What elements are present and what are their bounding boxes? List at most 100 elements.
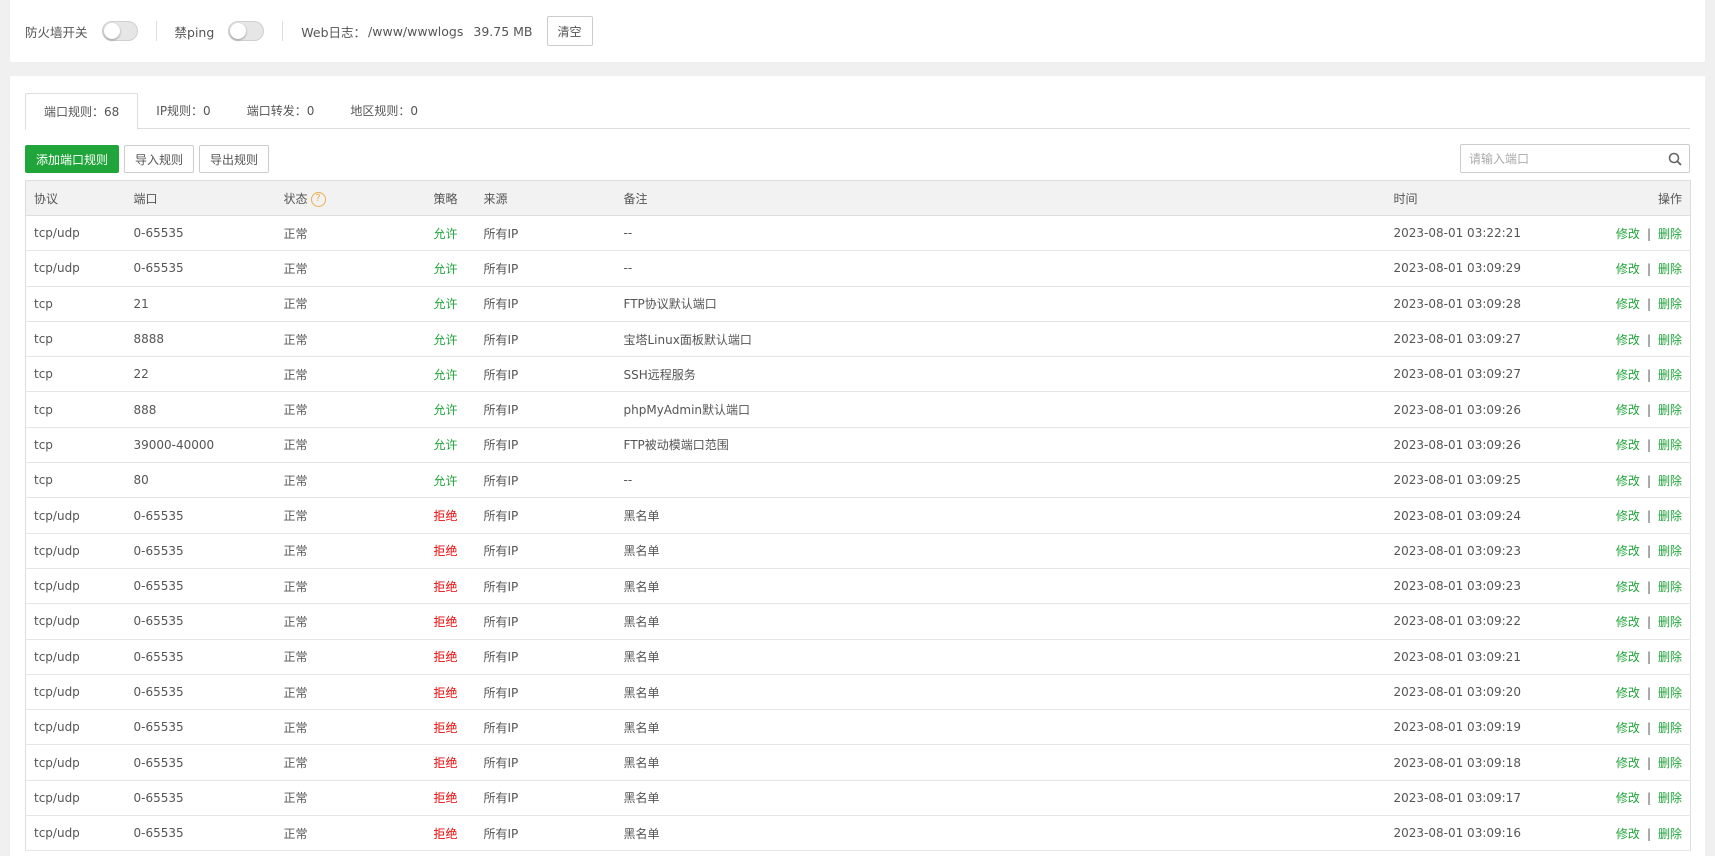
cell-remark[interactable]: 宝塔Linux面板默认端口	[615, 321, 1386, 358]
edit-rule-link[interactable]: 修改	[1616, 474, 1640, 488]
edit-rule-link[interactable]: 修改	[1616, 227, 1640, 241]
weblog-path-link[interactable]: /www/wwwlogs	[368, 24, 463, 39]
delete-rule-link[interactable]: 删除	[1658, 509, 1682, 523]
cell-policy[interactable]: 拒绝	[425, 533, 476, 569]
cell-remark[interactable]: SSH远程服务	[615, 356, 1386, 393]
edit-rule-link[interactable]: 修改	[1616, 615, 1640, 629]
cell-remark[interactable]: --	[615, 215, 1386, 252]
delete-rule-link[interactable]: 删除	[1658, 650, 1682, 664]
cell-policy[interactable]: 允许	[425, 250, 476, 287]
edit-rule-link[interactable]: 修改	[1616, 756, 1640, 770]
delete-rule-link[interactable]: 删除	[1658, 791, 1682, 805]
cell-remark[interactable]: FTP被动模端口范围	[615, 427, 1386, 464]
cell-remark[interactable]: 黑名单	[615, 603, 1386, 640]
edit-rule-link[interactable]: 修改	[1616, 297, 1640, 311]
delete-rule-link[interactable]: 删除	[1658, 474, 1682, 488]
cell-policy[interactable]: 允许	[425, 391, 476, 428]
cell-policy[interactable]: 允许	[425, 215, 476, 252]
edit-rule-link[interactable]: 修改	[1616, 580, 1640, 594]
action-separator: |	[1646, 756, 1651, 771]
weblog-label: Web日志：	[301, 24, 367, 40]
cell-policy[interactable]: 允许	[425, 462, 476, 499]
edit-rule-link[interactable]: 修改	[1616, 686, 1640, 700]
tab-port-rules[interactable]: 端口规则：68	[25, 93, 139, 130]
edit-rule-link[interactable]: 修改	[1616, 791, 1640, 805]
delete-rule-link[interactable]: 删除	[1658, 227, 1682, 241]
cell-remark[interactable]: 黑名单	[615, 709, 1386, 746]
import-rules-button[interactable]: 导入规则	[124, 145, 195, 173]
delete-rule-link[interactable]: 删除	[1658, 262, 1682, 276]
edit-rule-link[interactable]: 修改	[1616, 721, 1640, 735]
delete-rule-link[interactable]: 删除	[1658, 580, 1682, 594]
edit-rule-link[interactable]: 修改	[1616, 333, 1640, 347]
cell-remark[interactable]: 黑名单	[615, 815, 1386, 852]
cell-remark[interactable]: 黑名单	[615, 744, 1386, 781]
toggle-knob	[103, 23, 120, 39]
cell-remark[interactable]: 黑名单	[615, 497, 1386, 534]
cell-protocol: tcp/udp	[25, 709, 126, 746]
cell-remark[interactable]: --	[615, 250, 1386, 287]
cell-policy[interactable]: 拒绝	[425, 709, 476, 746]
cell-policy[interactable]: 拒绝	[425, 639, 476, 675]
firewall-toggle[interactable]	[101, 21, 138, 41]
edit-rule-link[interactable]: 修改	[1616, 650, 1640, 664]
edit-rule-link[interactable]: 修改	[1616, 438, 1640, 452]
delete-rule-link[interactable]: 删除	[1658, 615, 1682, 629]
tab-region-rules[interactable]: 地区规则：0	[332, 93, 436, 129]
cell-remark[interactable]: --	[615, 462, 1386, 499]
cell-policy[interactable]: 拒绝	[425, 744, 476, 781]
cell-remark[interactable]: 黑名单	[615, 533, 1386, 569]
add-port-rule-button[interactable]: 添加端口规则	[25, 145, 120, 173]
search-icon[interactable]	[1661, 152, 1689, 166]
port-search-input[interactable]	[1461, 145, 1661, 172]
delete-rule-link[interactable]: 删除	[1658, 368, 1682, 382]
export-rules-button[interactable]: 导出规则	[199, 145, 270, 173]
delete-rule-link[interactable]: 删除	[1658, 721, 1682, 735]
delete-rule-link[interactable]: 删除	[1658, 403, 1682, 417]
cell-time: 2023-08-01 03:09:19	[1385, 709, 1566, 746]
cell-remark[interactable]: FTP协议默认端口	[615, 286, 1386, 322]
cell-remark[interactable]: 黑名单	[615, 639, 1386, 675]
cell-policy[interactable]: 允许	[425, 427, 476, 464]
delete-rule-link[interactable]: 删除	[1658, 544, 1682, 558]
cell-policy[interactable]: 拒绝	[425, 497, 476, 534]
edit-rule-link[interactable]: 修改	[1616, 827, 1640, 841]
rules-panel: 端口规则：68 IP规则：0 端口转发：0 地区规则：0 添加端口规则 导入规则…	[10, 76, 1705, 856]
cell-time: 2023-08-01 03:09:23	[1385, 533, 1566, 569]
cell-status: 正常	[275, 709, 426, 746]
cell-policy[interactable]: 拒绝	[425, 603, 476, 640]
cell-policy[interactable]: 允许	[425, 356, 476, 393]
header-protocol[interactable]: 协议	[25, 180, 126, 216]
delete-rule-link[interactable]: 删除	[1658, 333, 1682, 347]
delete-rule-link[interactable]: 删除	[1658, 756, 1682, 770]
tab-port-forward[interactable]: 端口转发：0	[229, 93, 333, 129]
cell-policy[interactable]: 允许	[425, 321, 476, 358]
clear-log-button[interactable]: 清空	[546, 16, 593, 46]
cell-remark[interactable]: 黑名单	[615, 674, 1386, 711]
cell-policy[interactable]: 拒绝	[425, 568, 476, 605]
action-separator: |	[1646, 332, 1651, 347]
delete-rule-link[interactable]: 删除	[1658, 438, 1682, 452]
cell-policy[interactable]: 拒绝	[425, 674, 476, 711]
cell-source: 所有IP	[475, 462, 616, 499]
cell-policy[interactable]: 拒绝	[425, 780, 476, 817]
edit-rule-link[interactable]: 修改	[1616, 544, 1640, 558]
delete-rule-link[interactable]: 删除	[1658, 686, 1682, 700]
question-circle-icon[interactable]: ?	[310, 191, 326, 207]
table-row: tcp/udp 0-65535 正常 允许 所有IP -- 2023-08-01 03:22…	[25, 215, 1691, 252]
edit-rule-link[interactable]: 修改	[1616, 262, 1640, 276]
cell-remark[interactable]: 黑名单	[615, 780, 1386, 817]
ban-ping-toggle[interactable]	[228, 21, 265, 41]
tab-ip-rules[interactable]: IP规则：0	[138, 93, 228, 129]
edit-rule-link[interactable]: 修改	[1616, 368, 1640, 382]
delete-rule-link[interactable]: 删除	[1658, 827, 1682, 841]
edit-rule-link[interactable]: 修改	[1616, 509, 1640, 523]
cell-remark[interactable]: phpMyAdmin默认端口	[615, 391, 1386, 428]
cell-policy[interactable]: 允许	[425, 286, 476, 322]
edit-rule-link[interactable]: 修改	[1616, 403, 1640, 417]
header-port[interactable]: 端口	[125, 180, 276, 216]
cell-status: 正常	[275, 744, 426, 781]
cell-policy[interactable]: 拒绝	[425, 815, 476, 852]
delete-rule-link[interactable]: 删除	[1658, 297, 1682, 311]
cell-remark[interactable]: 黑名单	[615, 568, 1386, 605]
